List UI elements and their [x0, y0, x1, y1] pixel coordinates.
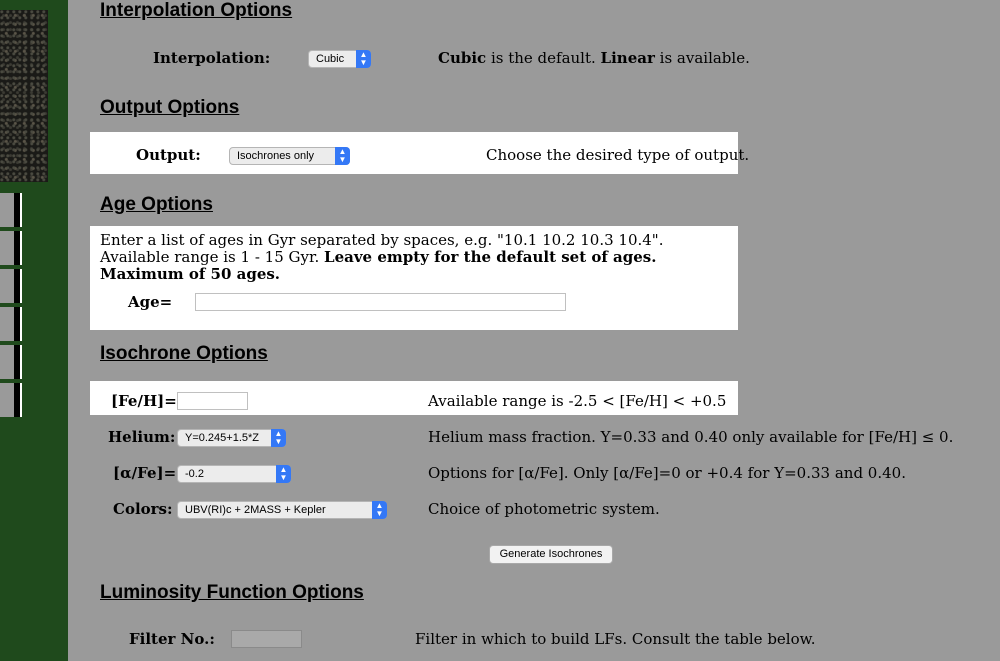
- age-instructions-line: Available range is 1 - 15 Gyr.: [100, 248, 325, 266]
- desc-text: is available.: [654, 49, 750, 67]
- interpolation-select[interactable]: Cubic ▲ ▼: [308, 50, 371, 68]
- age-input[interactable]: [195, 293, 566, 311]
- alpha-fe-label: [α/Fe]=: [113, 464, 177, 482]
- colors-description: Choice of photometric system.: [428, 500, 660, 518]
- alpha-fe-select[interactable]: -0.2 ▲ ▼: [177, 465, 291, 483]
- age-instructions-line: Enter a list of ages in Gyr separated by…: [100, 231, 664, 249]
- select-chevron-icon: ▲ ▼: [335, 147, 350, 165]
- colors-label: Colors:: [113, 500, 173, 518]
- output-description: Choose the desired type of output.: [486, 146, 750, 164]
- helium-select[interactable]: Y=0.245+1.5*Z ▲ ▼: [177, 429, 286, 447]
- output-select[interactable]: Isochrones only ▲ ▼: [229, 147, 350, 165]
- helium-label: Helium:: [108, 428, 176, 446]
- sidebar-tab[interactable]: [0, 269, 22, 303]
- interpolation-description: Cubic is the default. Linear is availabl…: [438, 49, 750, 67]
- filter-input[interactable]: [231, 630, 302, 648]
- feh-label: [Fe/H]=: [111, 392, 177, 410]
- select-chevron-icon: ▲ ▼: [356, 50, 371, 68]
- sidebar-photo: [0, 10, 48, 182]
- feh-description: Available range is -2.5 < [Fe/H] < +0.5: [428, 392, 727, 410]
- desc-text: is the default.: [486, 49, 601, 67]
- interpolation-options-title: Interpolation Options: [100, 0, 293, 21]
- colors-select-value: UBV(RI)c + 2MASS + Kepler: [185, 504, 326, 516]
- age-label: Age=: [128, 293, 173, 311]
- output-options-title: Output Options: [100, 97, 240, 118]
- sidebar-tab[interactable]: [0, 345, 22, 379]
- helium-select-value: Y=0.245+1.5*Z: [185, 432, 260, 444]
- sidebar-tab[interactable]: [0, 307, 22, 341]
- alpha-fe-select-value: -0.2: [185, 468, 204, 480]
- filter-label: Filter No.:: [129, 630, 215, 648]
- isochrone-options-title: Isochrone Options: [100, 343, 268, 364]
- select-chevron-icon: ▲ ▼: [372, 501, 387, 519]
- sidebar-tab[interactable]: [0, 383, 22, 417]
- age-instructions: Enter a list of ages in Gyr separated by…: [100, 232, 663, 283]
- age-max-note: Maximum of 50 ages.: [100, 265, 281, 283]
- feh-input[interactable]: [177, 392, 248, 410]
- filter-description: Filter in which to build LFs. Consult th…: [415, 630, 816, 648]
- luminosity-options-title: Luminosity Function Options: [100, 582, 364, 603]
- alpha-fe-description: Options for [α/Fe]. Only [α/Fe]=0 or +0.…: [428, 464, 906, 482]
- interpolation-label: Interpolation:: [153, 49, 271, 67]
- colors-select[interactable]: UBV(RI)c + 2MASS + Kepler ▲ ▼: [177, 501, 387, 519]
- select-chevron-icon: ▲ ▼: [271, 429, 286, 447]
- helium-description: Helium mass fraction. Y=0.33 and 0.40 on…: [428, 428, 954, 446]
- sidebar-tab[interactable]: [0, 231, 22, 265]
- sidebar-tab[interactable]: [0, 193, 22, 227]
- output-select-value: Isochrones only: [237, 150, 315, 162]
- generate-isochrones-button[interactable]: Generate Isochrones: [489, 545, 613, 564]
- output-label: Output:: [136, 146, 201, 164]
- age-options-title: Age Options: [100, 194, 213, 215]
- cubic-text: Cubic: [438, 49, 487, 67]
- interpolation-select-value: Cubic: [316, 53, 345, 65]
- select-chevron-icon: ▲ ▼: [276, 465, 291, 483]
- linear-text: Linear: [600, 49, 655, 67]
- age-instructions-bold: Leave empty for the default set of ages.: [324, 248, 657, 266]
